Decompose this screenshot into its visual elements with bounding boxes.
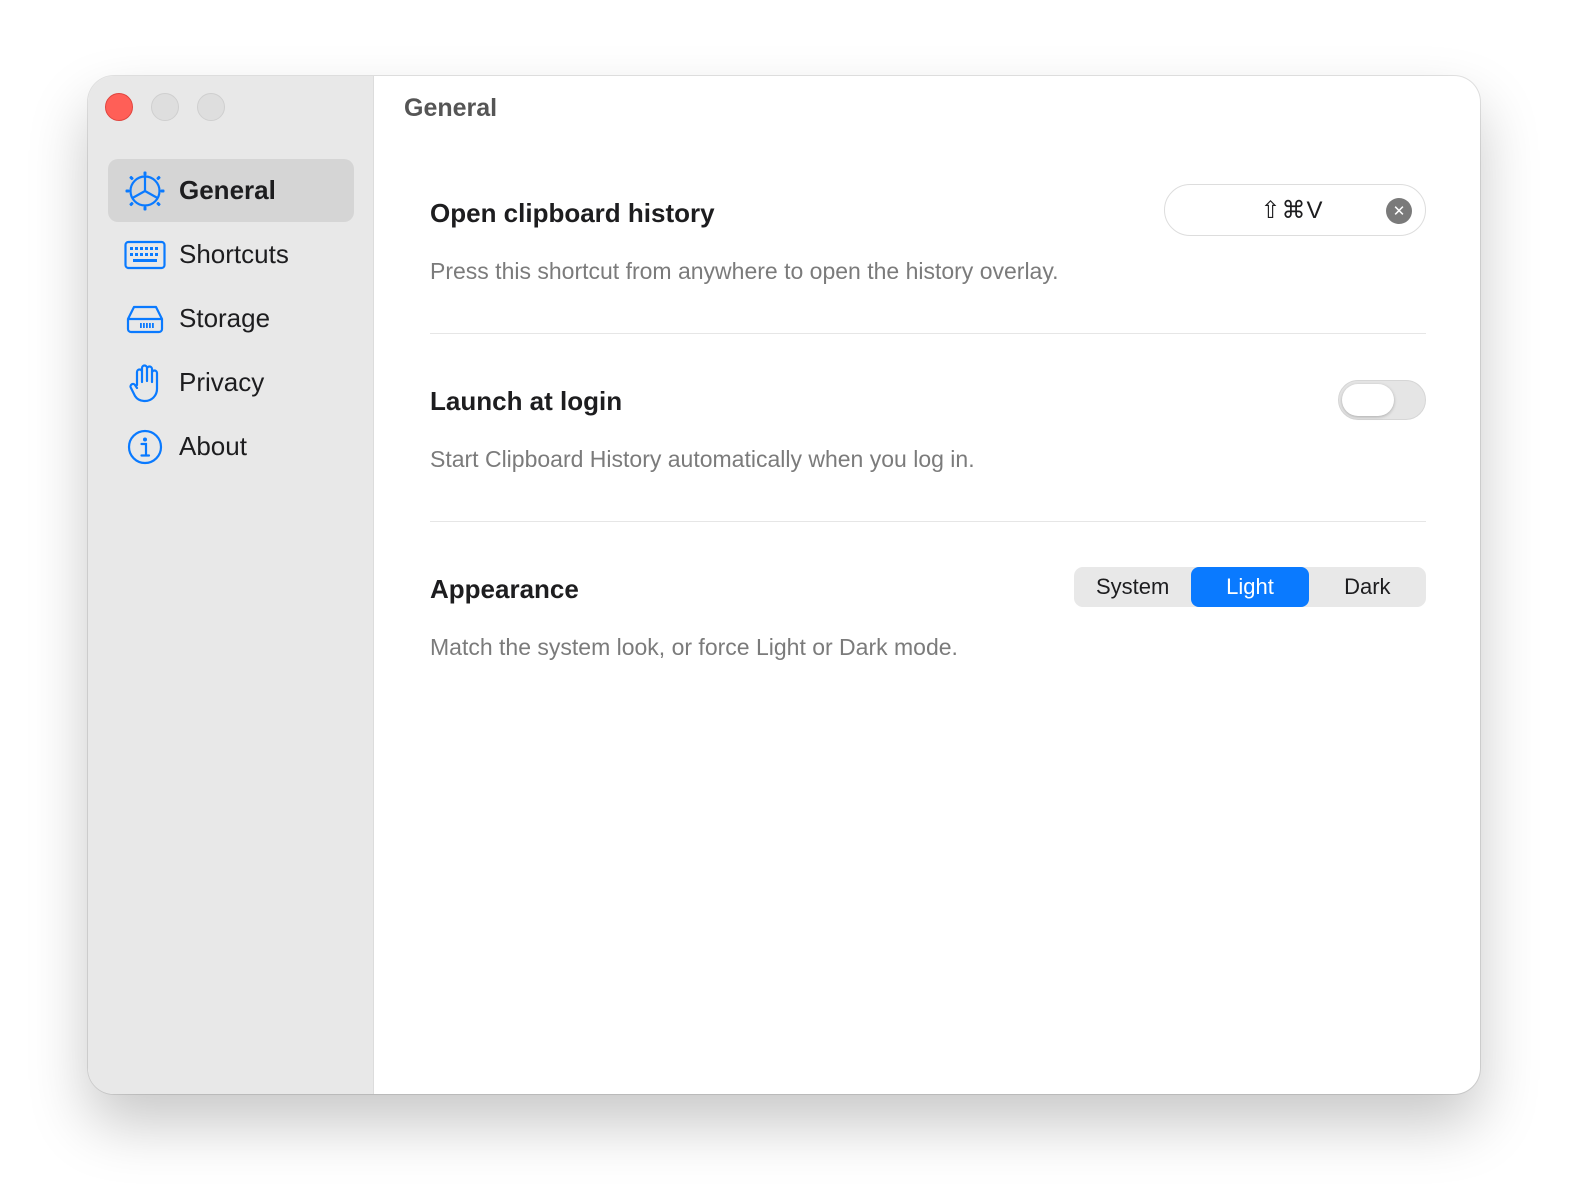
sidebar-item-about[interactable]: About: [108, 415, 354, 478]
shortcut-value: ⇧⌘V: [1260, 196, 1324, 224]
sidebar-item-label: Privacy: [179, 367, 265, 397]
settings-window: General Shortcuts Storage Privacy About …: [88, 76, 1480, 1094]
page-title: General: [404, 94, 498, 122]
shortcut-recorder[interactable]: ⇧⌘V ✕: [1164, 184, 1426, 236]
sidebar-item-general[interactable]: General: [108, 159, 354, 222]
info-icon: [124, 427, 166, 467]
setting-description: Match the system look, or force Light or…: [430, 634, 958, 660]
divider: [430, 521, 1426, 522]
clear-shortcut-button[interactable]: ✕: [1386, 198, 1412, 224]
gear-icon: [124, 171, 166, 211]
toggle-knob: [1342, 384, 1394, 416]
minimize-window-button[interactable]: [151, 93, 179, 121]
segment-system[interactable]: System: [1074, 567, 1191, 607]
hand-icon: [124, 363, 166, 403]
zoom-window-button[interactable]: [197, 93, 225, 121]
segment-light[interactable]: Light: [1191, 567, 1309, 607]
sidebar-item-storage[interactable]: Storage: [108, 287, 354, 350]
close-window-button[interactable]: [105, 93, 133, 121]
divider: [430, 333, 1426, 334]
sidebar-item-label: General: [179, 175, 276, 205]
setting-title: Appearance: [430, 574, 579, 604]
setting-title: Open clipboard history: [430, 198, 715, 228]
setting-launch-at-login: Launch at login Start Clipboard History …: [430, 372, 1426, 560]
sidebar-item-label: Shortcuts: [179, 239, 289, 269]
keyboard-icon: [124, 235, 166, 275]
sidebar-item-label: Storage: [179, 303, 271, 333]
launch-at-login-toggle[interactable]: [1338, 380, 1426, 420]
sidebar-nav: General Shortcuts Storage Privacy About: [108, 159, 354, 479]
setting-clipboard-shortcut: Open clipboard history ⇧⌘V ✕ Press this …: [430, 184, 1426, 372]
setting-description: Start Clipboard History automatically wh…: [430, 446, 975, 472]
setting-description: Press this shortcut from anywhere to ope…: [430, 258, 1059, 284]
setting-appearance: Appearance System Light Dark Match the s…: [430, 560, 1426, 748]
setting-title: Launch at login: [430, 386, 623, 416]
sidebar-item-privacy[interactable]: Privacy: [108, 351, 354, 414]
segment-dark[interactable]: Dark: [1309, 567, 1426, 607]
appearance-segmented-control[interactable]: System Light Dark: [1074, 567, 1426, 607]
drive-icon: [124, 299, 166, 339]
settings-content: Open clipboard history ⇧⌘V ✕ Press this …: [430, 184, 1426, 748]
sidebar-item-label: About: [179, 431, 247, 461]
sidebar: General Shortcuts Storage Privacy About: [88, 76, 374, 1094]
sidebar-item-shortcuts[interactable]: Shortcuts: [108, 223, 354, 286]
